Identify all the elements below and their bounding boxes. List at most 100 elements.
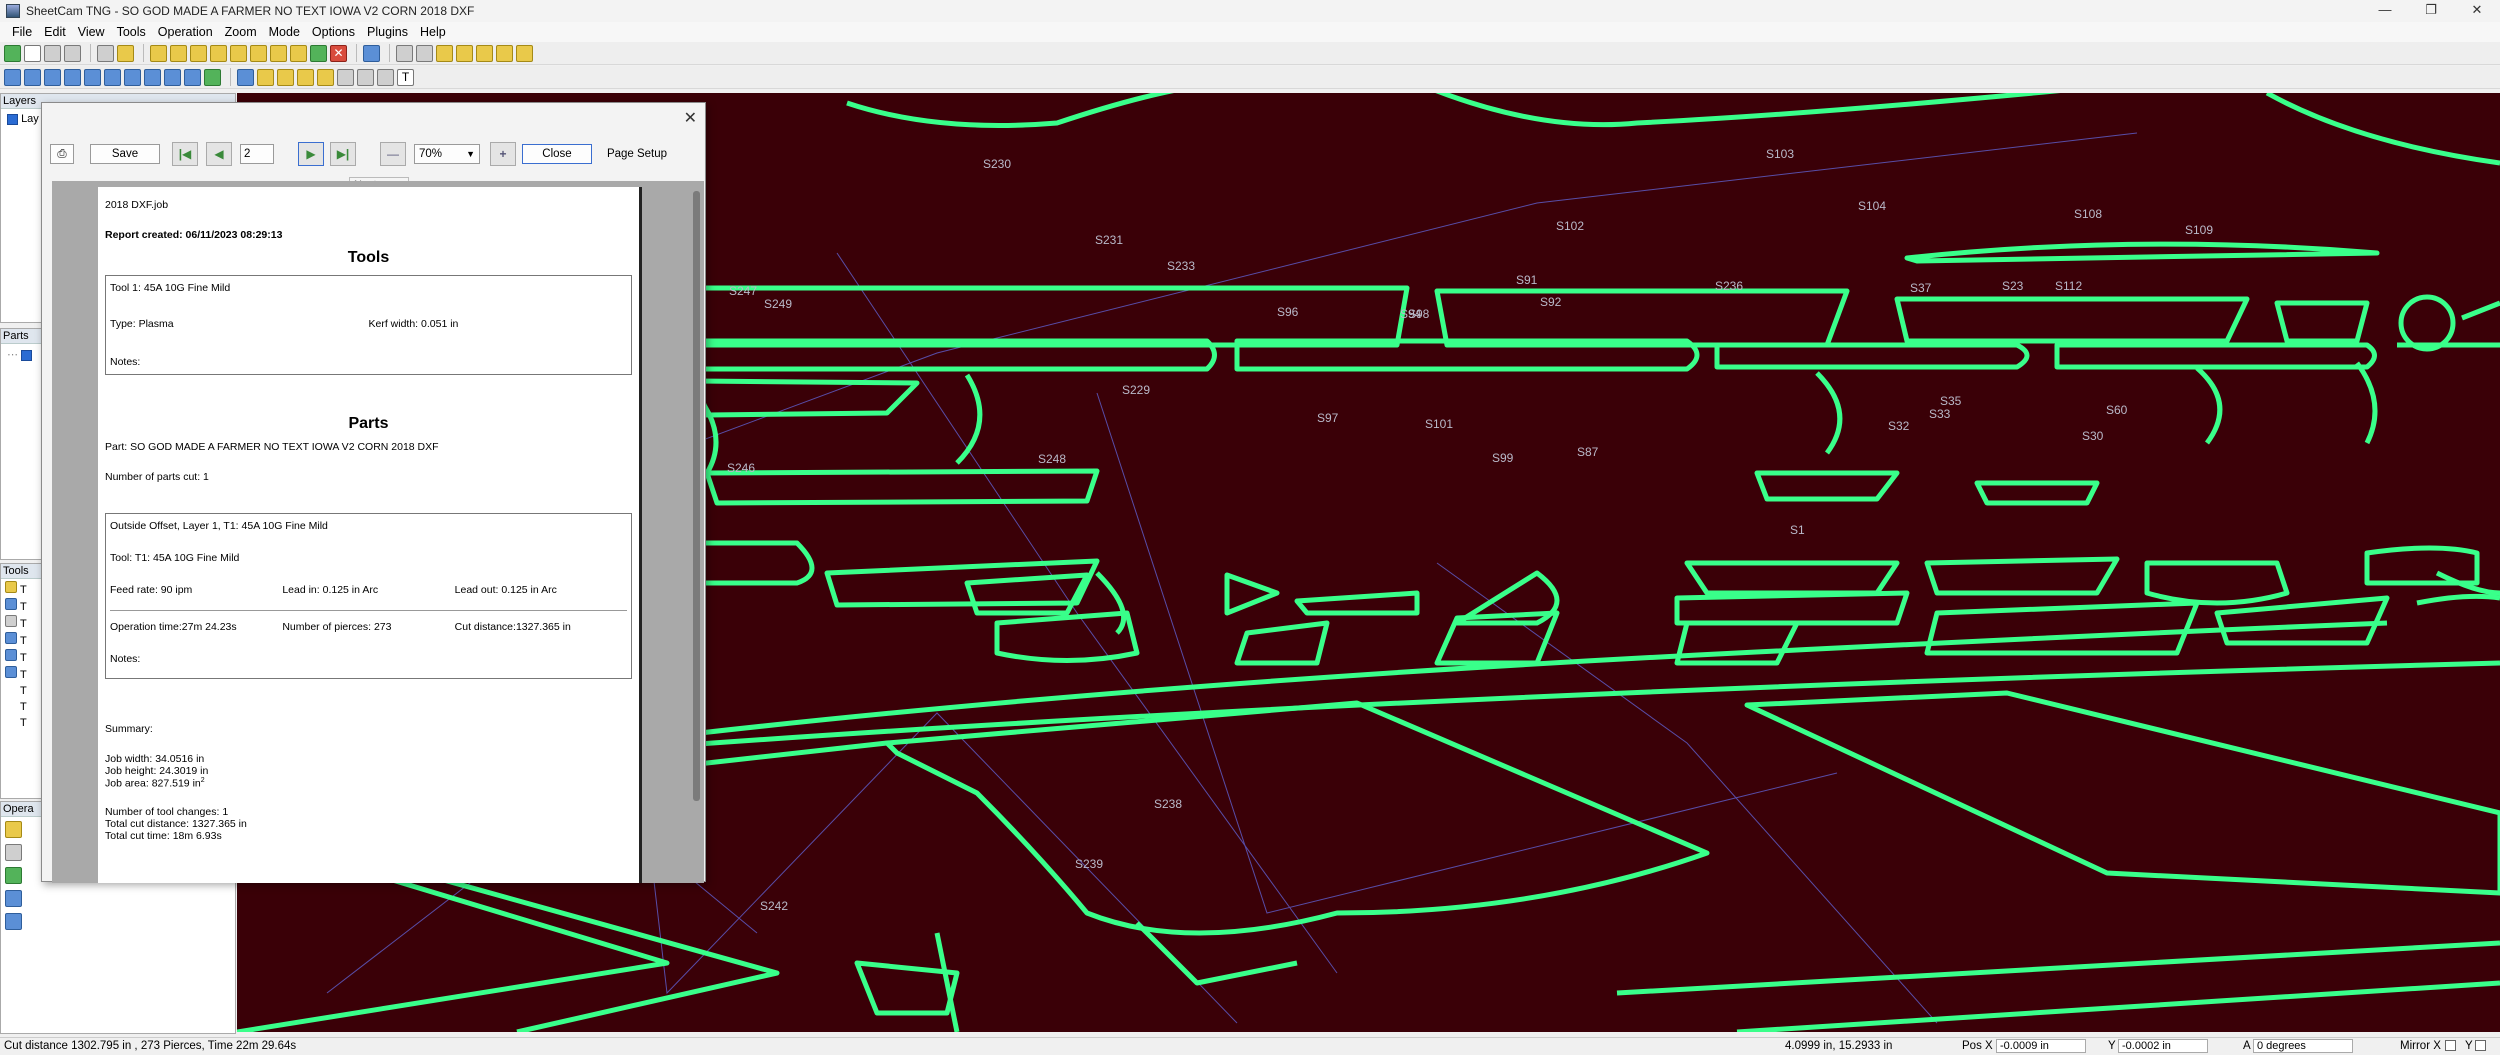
frame-tool-icon[interactable]	[377, 68, 394, 86]
printer-icon[interactable]: ⎙	[50, 144, 74, 164]
operation-icon[interactable]	[5, 844, 22, 861]
drawing-tool-2-icon[interactable]	[170, 44, 187, 62]
mirror-y-label: Y	[2465, 1040, 2473, 1052]
part-label: S239	[1075, 857, 1103, 871]
drawing-tool-1-icon[interactable]	[150, 44, 167, 62]
mirror-y-checkbox[interactable]	[2475, 1040, 2486, 1051]
part-label: S104	[1858, 199, 1886, 213]
menu-mode[interactable]: Mode	[263, 25, 306, 39]
toolbar-1: ✕	[0, 42, 2500, 65]
zoom-all-icon[interactable]	[456, 44, 473, 62]
zoom-fit-icon[interactable]	[436, 44, 453, 62]
zoom-out-icon[interactable]: —	[380, 142, 406, 166]
parts-heading: Parts	[348, 415, 389, 432]
layer-item-label[interactable]: Lay	[21, 113, 39, 125]
part-label: S92	[1540, 295, 1562, 309]
drawing-tool-4-icon[interactable]	[210, 44, 227, 62]
print-icon[interactable]	[64, 44, 81, 62]
prev-page-icon[interactable]: ◀	[206, 142, 232, 166]
zoom-out-icon[interactable]	[416, 44, 433, 62]
close-button[interactable]: Close	[522, 144, 592, 164]
new-job-icon[interactable]	[4, 44, 21, 62]
preview-scrollbar[interactable]	[693, 191, 700, 801]
operation-icon[interactable]	[5, 913, 22, 930]
menu-options[interactable]: Options	[306, 25, 361, 39]
path-tool-3-icon[interactable]	[297, 68, 314, 86]
path-tool-2-icon[interactable]	[277, 68, 294, 86]
part-label: S37	[1910, 281, 1932, 295]
path-tool-1-icon[interactable]	[257, 68, 274, 86]
operation-box: Outside Offset, Layer 1, T1: 45A 10G Fin…	[105, 513, 632, 679]
layer-tool-6-icon[interactable]	[104, 68, 121, 86]
menu-tools[interactable]: Tools	[111, 25, 152, 39]
drawing-tool-8-icon[interactable]	[290, 44, 307, 62]
drawing-tool-5-icon[interactable]	[230, 44, 247, 62]
minimize-button[interactable]: —	[2362, 0, 2408, 22]
layer-tool-8-icon[interactable]	[144, 68, 161, 86]
drawing-tool-3-icon[interactable]	[190, 44, 207, 62]
page-number-input[interactable]: 2	[240, 144, 274, 164]
feed-rate: Feed rate: 90 ipm	[110, 584, 193, 596]
tool-kerf: Kerf width: 0.051 in	[368, 318, 459, 330]
layer-tool-10-icon[interactable]	[184, 68, 201, 86]
layer-tool-3-icon[interactable]	[44, 68, 61, 86]
operation-icon[interactable]	[5, 890, 22, 907]
operation-icon[interactable]	[5, 867, 22, 884]
mirror-x-checkbox[interactable]	[2445, 1040, 2456, 1051]
menu-view[interactable]: View	[72, 25, 111, 39]
menu-help[interactable]: Help	[414, 25, 452, 39]
menu-zoom[interactable]: Zoom	[219, 25, 263, 39]
tool-notes: Notes:	[110, 356, 141, 368]
drawing-tool-6-icon[interactable]	[250, 44, 267, 62]
first-page-icon[interactable]: |◀	[172, 142, 198, 166]
page-setup-button[interactable]: Page Setup	[602, 144, 672, 164]
operation-icon[interactable]	[5, 821, 22, 838]
save-button[interactable]: Save	[90, 144, 160, 164]
machine-icon[interactable]	[117, 44, 134, 62]
text-tool-icon[interactable]: T	[397, 68, 414, 86]
zoom-select[interactable]: 70% ▼	[414, 144, 480, 164]
close-window-button[interactable]: ✕	[2454, 0, 2500, 22]
part-label: S103	[1766, 147, 1794, 161]
last-page-icon[interactable]: ▶|	[330, 142, 356, 166]
zoom-part-icon[interactable]	[496, 44, 513, 62]
save-icon[interactable]	[44, 44, 61, 62]
zoom-in-icon[interactable]	[396, 44, 413, 62]
layer-tool-7-icon[interactable]	[124, 68, 141, 86]
open-job-icon[interactable]	[24, 44, 41, 62]
pos-y-input[interactable]: -0.0002 in	[2118, 1039, 2208, 1053]
layer-tool-9-icon[interactable]	[164, 68, 181, 86]
pos-x-input[interactable]: -0.0009 in	[1996, 1039, 2086, 1053]
layer-tool-1-icon[interactable]	[4, 68, 21, 86]
layer-checkbox[interactable]	[7, 113, 18, 125]
drawing-tool-9-icon[interactable]	[310, 44, 327, 62]
calculator-icon[interactable]	[97, 44, 114, 62]
next-page-icon[interactable]: ▶	[298, 142, 324, 166]
zoom-in-icon[interactable]: +	[490, 142, 516, 166]
delete-icon[interactable]: ✕	[330, 44, 347, 62]
layer-tool-5-icon[interactable]	[84, 68, 101, 86]
menu-file[interactable]: File	[6, 25, 38, 39]
select-icon[interactable]	[237, 68, 254, 86]
menu-operation[interactable]: Operation	[152, 25, 219, 39]
menu-edit[interactable]: Edit	[38, 25, 72, 39]
zoom-sheet-icon[interactable]	[516, 44, 533, 62]
part-checkbox[interactable]	[21, 349, 33, 361]
shape-tool-icon[interactable]	[357, 68, 374, 86]
layer-tool-2-icon[interactable]	[24, 68, 41, 86]
undo-icon[interactable]	[363, 44, 380, 62]
maximize-button[interactable]: ❐	[2408, 0, 2454, 22]
part-label: S101	[1425, 417, 1453, 431]
crosshair-icon[interactable]	[337, 68, 354, 86]
dialog-close-icon[interactable]: ✕	[684, 108, 697, 128]
path-tool-4-icon[interactable]	[317, 68, 334, 86]
angle-input[interactable]: 0 degrees	[2253, 1039, 2353, 1053]
layer-tool-11-icon[interactable]	[204, 68, 221, 86]
report-created: Report created: 06/11/2023 08:29:13	[105, 229, 283, 241]
menu-plugins[interactable]: Plugins	[361, 25, 414, 39]
drawing-tool-7-icon[interactable]	[270, 44, 287, 62]
layer-tool-4-icon[interactable]	[64, 68, 81, 86]
zoom-window-icon[interactable]	[476, 44, 493, 62]
mirror-x-label: Mirror X	[2400, 1040, 2441, 1052]
part-label: S91	[1516, 273, 1538, 287]
